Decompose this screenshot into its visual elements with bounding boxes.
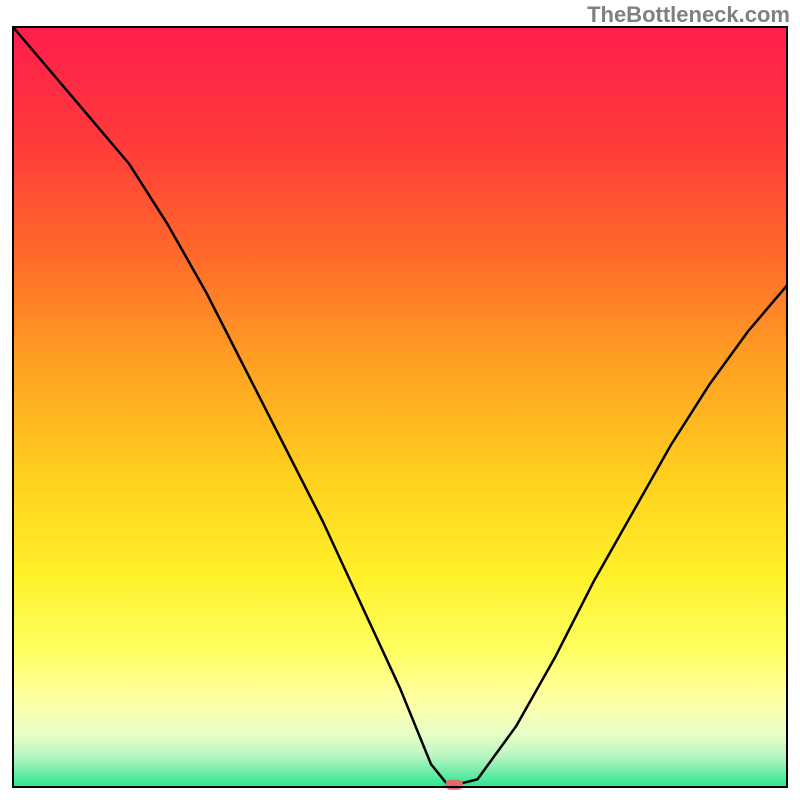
watermark-text: TheBottleneck.com (587, 2, 790, 28)
chart-svg (0, 0, 800, 800)
bottleneck-chart: TheBottleneck.com (0, 0, 800, 800)
